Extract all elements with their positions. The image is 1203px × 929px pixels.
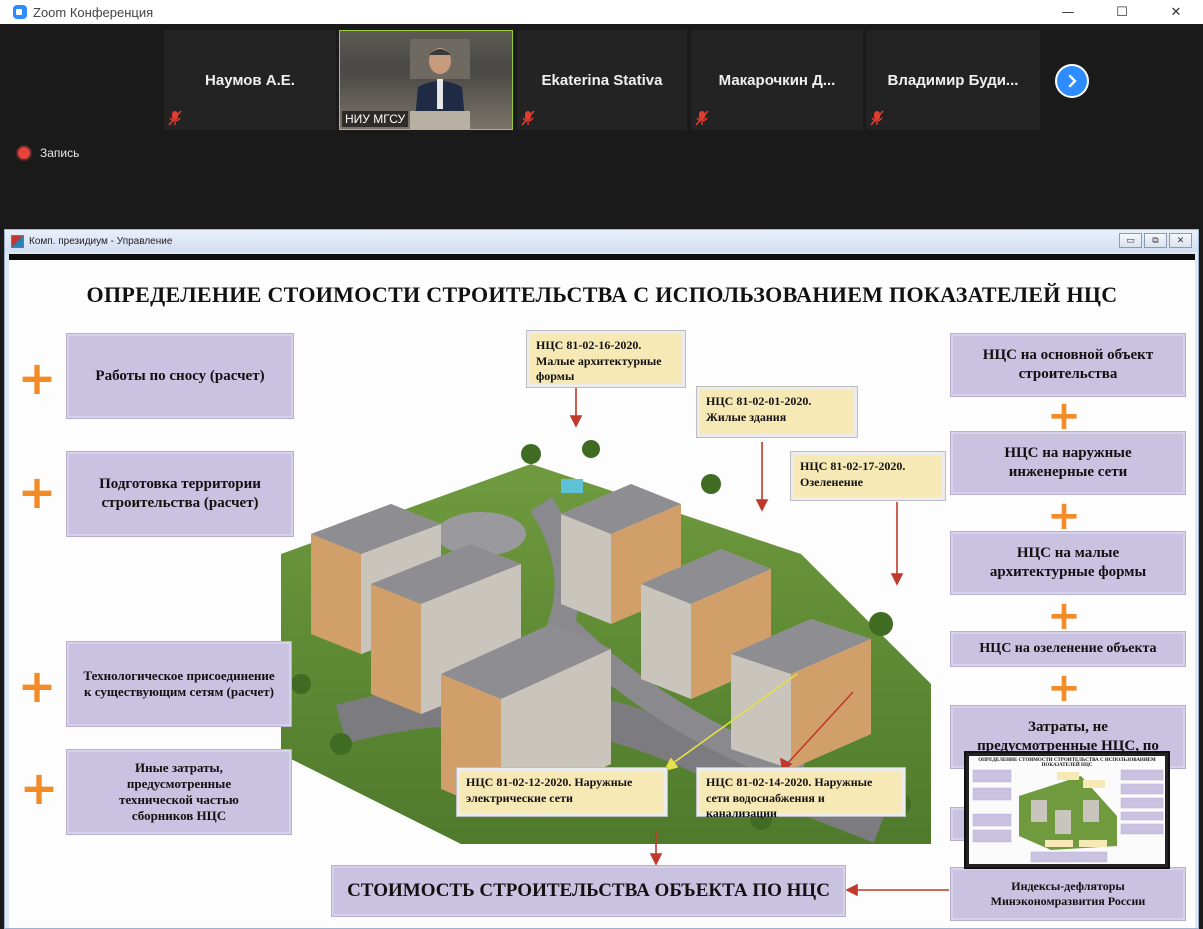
participant-tile[interactable]: Макарочкин Д... xyxy=(691,30,863,130)
maximize-button[interactable]: ☐ xyxy=(1095,0,1149,24)
participant-name: Ekaterina Stativa xyxy=(541,71,663,89)
shared-window-title: Комп. президиум - Управление xyxy=(29,235,173,247)
muted-mic-icon xyxy=(870,110,884,126)
record-icon xyxy=(18,147,30,159)
participant-name: Наумов А.Е. xyxy=(205,71,295,89)
plus-icon: + xyxy=(17,465,57,519)
participant-video-feed xyxy=(410,39,470,129)
window-controls: — ☐ ✕ xyxy=(1041,0,1203,24)
muted-mic-icon xyxy=(695,110,709,126)
recording-label: Запись xyxy=(40,146,80,160)
demolition-works-box: Работы по сносу (расчет) xyxy=(67,334,293,418)
total-construction-cost-box: СТОИМОСТЬ СТРОИТЕЛЬСТВА ОБЪЕКТА ПО НЦС xyxy=(332,866,845,916)
site-preparation-box: Подготовка территории строительства (рас… xyxy=(67,452,293,536)
main-object-ncs-box: НЦС на основной объект строительства xyxy=(951,334,1185,396)
landscaping-ncs-box: НЦС на озеленение объекта xyxy=(951,632,1185,666)
callout-ncs-12: НЦС 81-02-12-2020. Наружные электрически… xyxy=(457,768,667,816)
callout-ncs-14: НЦС 81-02-14-2020. Наружные сети водосна… xyxy=(697,768,905,820)
participant-name: Макарочкин Д... xyxy=(718,71,836,89)
slide-thumbnail[interactable]: ОПРЕДЕЛЕНИЕ СТОИМОСТИ СТРОИТЕЛЬСТВА С ИС… xyxy=(964,751,1170,869)
callout-ncs-16: НЦС 81-02-16-2020. Малые архитектурные ф… xyxy=(527,331,685,387)
other-costs-box: Иные затраты, предусмотренные техническо… xyxy=(67,750,291,834)
small-architectural-forms-ncs-box: НЦС на малые архитектурные формы xyxy=(951,532,1185,594)
shared-minimize-button[interactable]: ▭ xyxy=(1119,233,1142,248)
plus-icon: + xyxy=(1047,665,1081,711)
participant-video-tile[interactable]: НИУ МГСУ xyxy=(339,30,513,130)
shared-window-controls: ▭ ⧉ ✕ xyxy=(1119,233,1192,248)
participant-name: НИУ МГСУ xyxy=(342,111,409,127)
chevron-right-icon xyxy=(1068,74,1077,88)
close-button[interactable]: ✕ xyxy=(1149,0,1203,24)
plus-icon: + xyxy=(1047,593,1081,639)
plus-icon: + xyxy=(1047,493,1081,539)
shared-close-button[interactable]: ✕ xyxy=(1169,233,1192,248)
participant-name: Владимир Буди... xyxy=(887,71,1019,89)
shared-restore-button[interactable]: ⧉ xyxy=(1144,233,1167,248)
callout-ncs-01: НЦС 81-02-01-2020. Жилые здания xyxy=(697,387,857,437)
recording-indicator: Запись xyxy=(18,146,79,160)
muted-mic-icon xyxy=(521,110,535,126)
participant-tile[interactable]: Ekaterina Stativa xyxy=(517,30,687,130)
participant-tile[interactable]: Наумов А.Е. xyxy=(164,30,336,130)
external-networks-ncs-box: НЦС на наружные инженерные сети xyxy=(951,432,1185,494)
next-participants-button[interactable] xyxy=(1055,64,1089,98)
zoom-logo-icon xyxy=(13,5,27,19)
muted-mic-icon xyxy=(168,110,182,126)
slide-top-bar xyxy=(9,254,1195,260)
deflator-indices-box: Индексы-дефляторы Минэкономразвития Росс… xyxy=(951,868,1185,920)
minimize-button[interactable]: — xyxy=(1041,0,1095,24)
app-icon xyxy=(11,234,24,248)
zoom-titlebar: Zoom Конференция — ☐ ✕ xyxy=(0,0,1203,24)
plus-icon: + xyxy=(17,351,57,405)
zoom-video-area: Наумов А.Е. НИУ МГСУ Ekaterina Stativa М… xyxy=(0,24,1203,229)
shared-window-titlebar: Комп. президиум - Управление ▭ ⧉ ✕ xyxy=(5,230,1198,252)
utility-connection-box: Технологическое присоединение к существу… xyxy=(67,642,291,726)
thumbnail-slide-preview xyxy=(972,769,1164,863)
slide-title: ОПРЕДЕЛЕНИЕ СТОИМОСТИ СТРОИТЕЛЬСТВА С ИС… xyxy=(86,282,1118,307)
window-title: Zoom Конференция xyxy=(33,4,154,20)
callout-ncs-17: НЦС 81-02-17-2020. Озеленение xyxy=(791,452,945,500)
participant-tile[interactable]: Владимир Буди... xyxy=(866,30,1040,130)
thumbnail-content: ОПРЕДЕЛЕНИЕ СТОИМОСТИ СТРОИТЕЛЬСТВА С ИС… xyxy=(969,756,1165,864)
plus-icon: + xyxy=(19,761,59,815)
plus-icon: + xyxy=(17,659,57,713)
plus-icon: + xyxy=(1047,393,1081,439)
